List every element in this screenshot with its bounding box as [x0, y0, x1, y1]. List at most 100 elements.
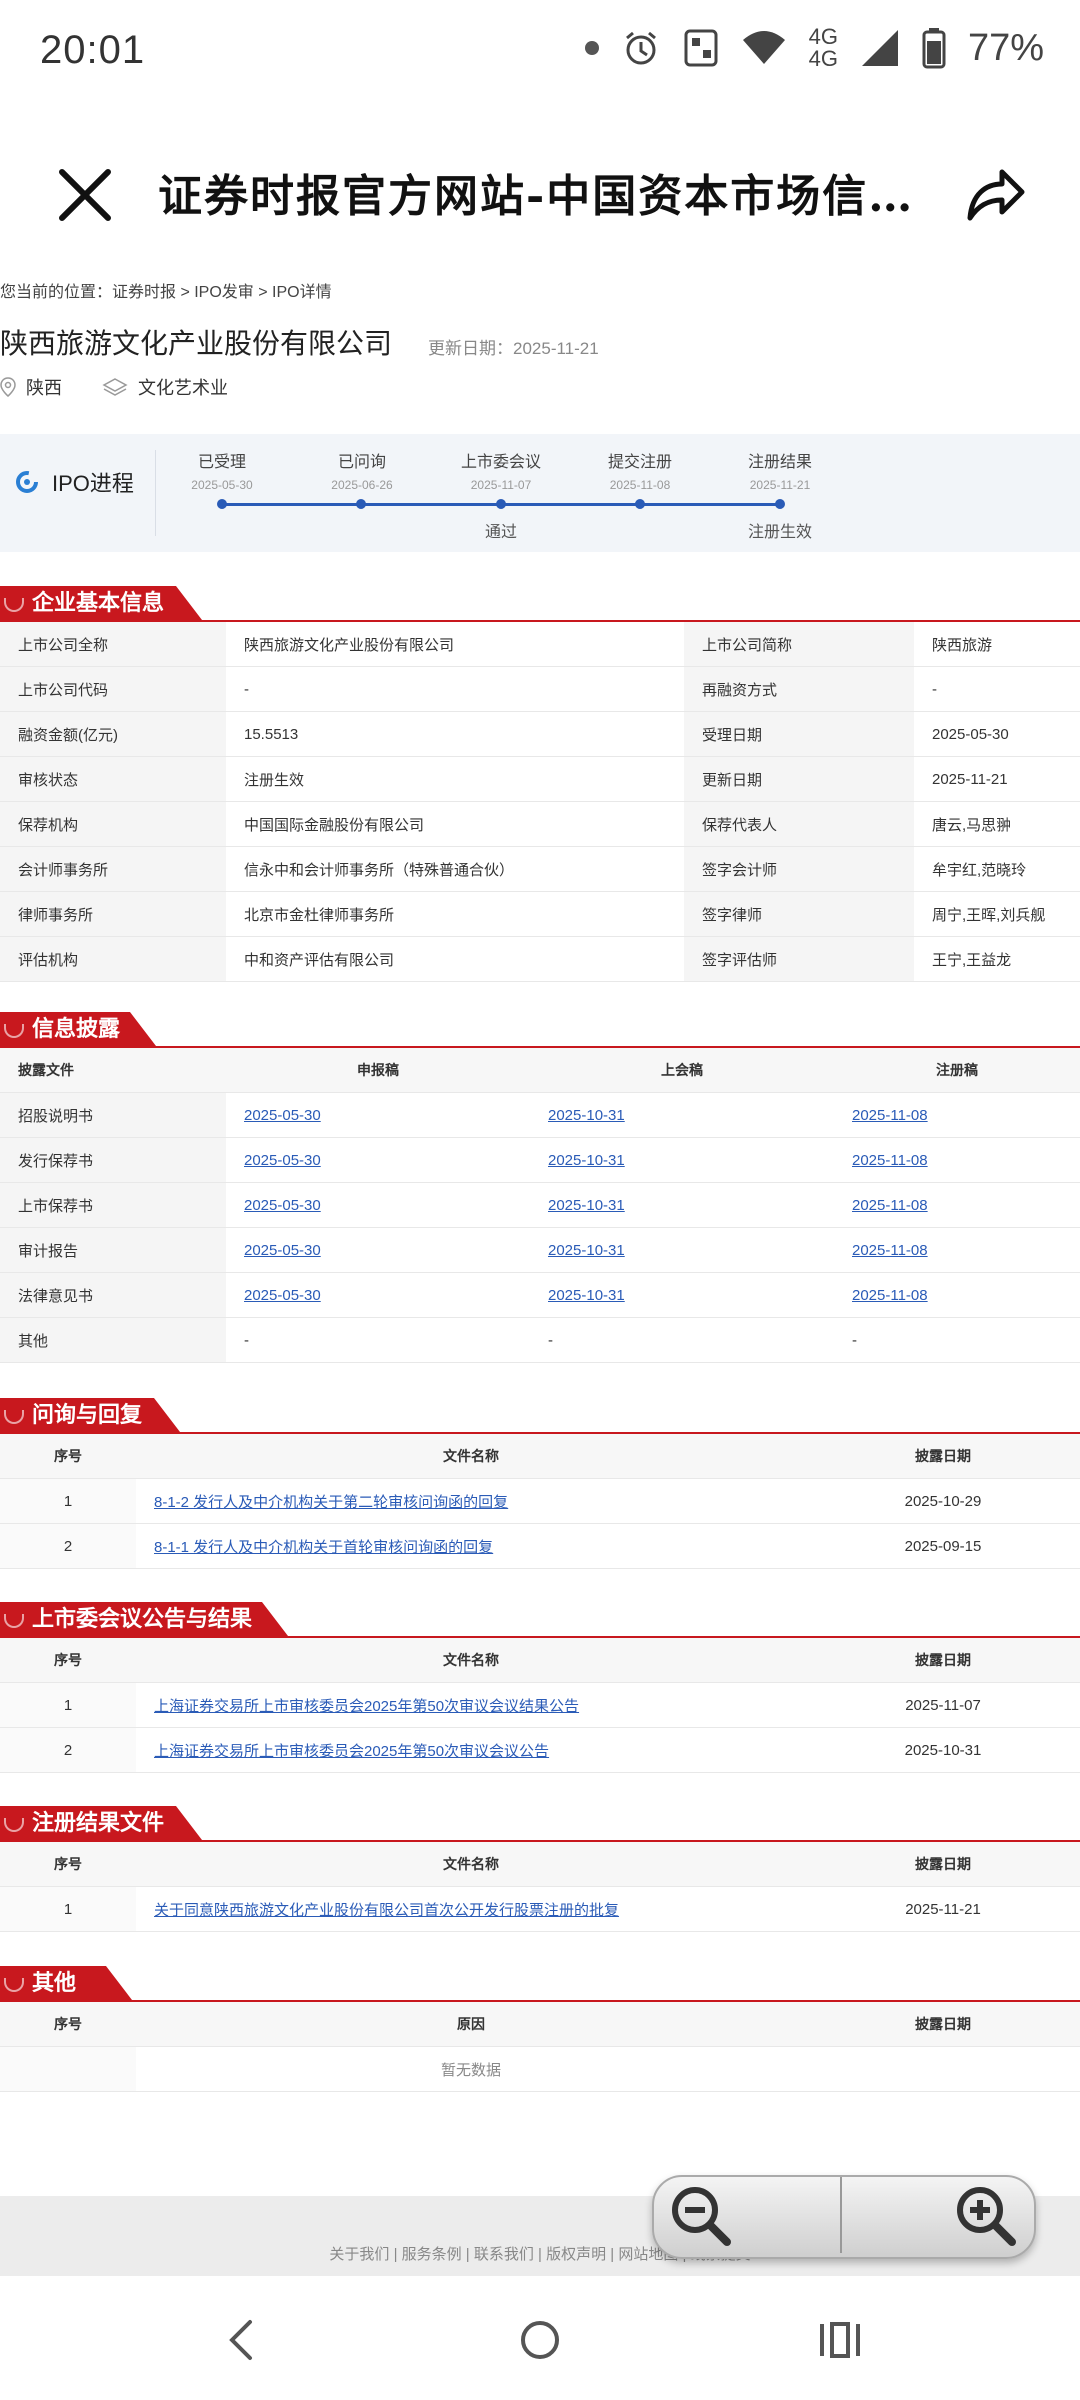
status-time: 20:01: [40, 28, 146, 72]
no-data-text: 暂无数据: [136, 2046, 806, 2092]
table-row: 1 上海证券交易所上市审核委员会2025年第50次审议会议结果公告 2025-11-…: [0, 1682, 1080, 1728]
table-header-row: 序号 文件名称 披露日期: [0, 1842, 1080, 1887]
battery-level: 77%: [967, 26, 1044, 69]
close-icon[interactable]: [50, 160, 120, 230]
table-row: 上市公司代码 - 再融资方式 -: [0, 666, 1080, 712]
notification-dot-icon: [584, 41, 599, 55]
section-registration-header: 注册结果文件: [0, 1806, 1080, 1842]
company-name: 陕西旅游文化产业股份有限公司: [0, 328, 393, 359]
table-row: 其他 - - -: [0, 1317, 1080, 1363]
doc-link[interactable]: 2025-05-30: [244, 1287, 321, 1304]
doc-link[interactable]: 2025-05-30: [244, 1242, 321, 1259]
doc-link[interactable]: 2025-05-30: [244, 1152, 321, 1169]
table-row: 评估机构 中和资产评估有限公司 签字评估师 王宁,王益龙: [0, 936, 1080, 982]
doc-link[interactable]: 2025-11-08: [852, 1107, 928, 1124]
zoom-out-icon: [672, 2187, 731, 2246]
table-row: 暂无数据: [0, 2046, 1080, 2092]
region-tag: 陕西: [0, 374, 62, 400]
doc-link[interactable]: 2025-05-30: [244, 1197, 321, 1214]
timeline-dot: [217, 499, 227, 509]
table-row: 上市公司全称 陕西旅游文化产业股份有限公司 上市公司简称 陕西旅游: [0, 622, 1080, 667]
timeline-dot: [496, 499, 506, 509]
doc-link[interactable]: 上海证券交易所上市审核委员会2025年第50次审议会议公告: [154, 1743, 549, 1760]
doc-link[interactable]: 2025-10-31: [548, 1197, 625, 1214]
zoom-in-button[interactable]: [945, 2175, 1025, 2255]
section-other-header: 其他: [0, 1966, 1080, 2002]
doc-link[interactable]: 2025-10-31: [548, 1107, 625, 1124]
doc-link[interactable]: 2025-11-08: [852, 1197, 928, 1214]
section-meeting-header: 上市委会议公告与结果: [0, 1602, 1080, 1638]
table-row: 1 关于同意陕西旅游文化产业股份有限公司首次公开发行股票注册的批复 2025-11-…: [0, 1886, 1080, 1932]
breadcrumb: 您当前的位置：证券时报 > IPO发审 > IPO详情: [0, 284, 332, 301]
stage-registration-result: 注册结果 2025-11-21: [747, 454, 812, 492]
industry-tag: 文化艺术业: [102, 374, 228, 400]
section-disclosure-header: 信息披露: [0, 1012, 1080, 1048]
refresh-cycle-icon: [16, 471, 38, 493]
location-pin-icon: [0, 377, 16, 397]
table-row: 会计师事务所 信永中和会计师事务所（特殊普通合伙） 签字会计师 牟宇红,范晓玲: [0, 846, 1080, 892]
timeline-dot: [775, 499, 785, 509]
doc-link[interactable]: 2025-10-31: [548, 1287, 625, 1304]
table-row: 2 上海证券交易所上市审核委员会2025年第50次审议会议公告 2025-10-31: [0, 1727, 1080, 1773]
doc-link[interactable]: 2025-10-31: [548, 1152, 625, 1169]
stage-inquired: 已问询 2025-06-26: [331, 454, 393, 492]
table-row: 保荐机构 中国国际金融股份有限公司 保荐代表人 唐云,马思翀: [0, 801, 1080, 847]
table-row: 审计报告 2025-05-30 2025-10-31 2025-11-08: [0, 1227, 1080, 1273]
table-row: 2 8-1-1 发行人及中介机构关于首轮审核问询函的回复 2025-09-15: [0, 1523, 1080, 1569]
home-icon[interactable]: [518, 2318, 562, 2362]
recent-apps-icon[interactable]: [818, 2320, 862, 2360]
other-table: 序号 原因 披露日期 暂无数据: [0, 2002, 1080, 2092]
signal-icon: [861, 30, 898, 66]
section-basic-info-header: 企业基本信息: [0, 586, 1080, 622]
company-tags: 陕西 文化艺术业: [0, 374, 228, 400]
layers-icon: [102, 378, 128, 396]
ipo-process-label: IPO进程: [14, 466, 134, 498]
page-title: 证券时报官方网站-中国资本市场信…: [158, 171, 915, 222]
zoom-in-icon: [957, 2187, 1016, 2246]
doc-link[interactable]: 2025-11-08: [852, 1152, 928, 1169]
alarm-icon: [625, 31, 656, 65]
table-row: 上市保荐书 2025-05-30 2025-10-31 2025-11-08: [0, 1182, 1080, 1228]
zoom-divider: [840, 2177, 842, 2253]
basic-info-table: 上市公司全称 陕西旅游文化产业股份有限公司 上市公司简称 陕西旅游 上市公司代码 - 再融…: [0, 622, 1080, 982]
stage-submit-registration: 提交注册 2025-11-08: [607, 454, 672, 492]
table-header-row: 序号 原因 披露日期: [0, 2002, 1080, 2047]
status-icons: 4G 4G 77%: [584, 24, 1044, 71]
stage-note-effective: 注册生效: [748, 524, 813, 541]
registration-table: 序号 文件名称 披露日期 1 关于同意陕西旅游文化产业股份有限公司首次公开发行股票注册…: [0, 1842, 1080, 1932]
table-row: 融资金额(亿元) 15.5513 受理日期 2025-05-30: [0, 711, 1080, 757]
back-icon[interactable]: [222, 2318, 262, 2362]
stage-committee: 上市委会议 2025-11-07: [460, 454, 541, 492]
wifi-icon: [742, 31, 785, 64]
table-row: 审核状态 注册生效 更新日期 2025-11-21: [0, 756, 1080, 802]
table-row: 招股说明书 2025-05-30 2025-10-31 2025-11-08: [0, 1092, 1080, 1138]
table-row: 发行保荐书 2025-05-30 2025-10-31 2025-11-08: [0, 1137, 1080, 1183]
doc-link[interactable]: 上海证券交易所上市审核委员会2025年第50次审议会议结果公告: [154, 1698, 579, 1715]
table-header-row: 序号 文件名称 披露日期: [0, 1434, 1080, 1479]
table-header-row: 序号 文件名称 披露日期: [0, 1638, 1080, 1683]
timeline-dot: [356, 499, 366, 509]
inquiry-table: 序号 文件名称 披露日期 1 8-1-2 发行人及中介机构关于第二轮审核问询函的回复 2…: [0, 1434, 1080, 1569]
update-date: 更新日期：2025-11-21: [428, 339, 599, 358]
battery-icon: [922, 28, 946, 69]
doc-link[interactable]: 8-1-2 发行人及中介机构关于第二轮审核问询函的回复: [154, 1494, 508, 1511]
table-row: 法律意见书 2025-05-30 2025-10-31 2025-11-08: [0, 1272, 1080, 1318]
doc-link[interactable]: 2025-05-30: [244, 1107, 321, 1124]
disclosure-table: 披露文件 申报稿 上会稿 注册稿 招股说明书 2025-05-30 2025-10-31 2…: [0, 1048, 1080, 1363]
zoom-out-button[interactable]: [660, 2175, 740, 2255]
table-row: 1 8-1-2 发行人及中介机构关于第二轮审核问询函的回复 2025-10-29: [0, 1478, 1080, 1524]
doc-link[interactable]: 2025-11-08: [852, 1242, 928, 1259]
doc-link[interactable]: 关于同意陕西旅游文化产业股份有限公司首次公开发行股票注册的批复: [154, 1902, 619, 1919]
share-icon[interactable]: [960, 160, 1030, 230]
network-type: 4G 4G: [808, 24, 838, 71]
stage-accepted: 已受理 2025-05-30: [191, 454, 253, 492]
meeting-table: 序号 文件名称 披露日期 1 上海证券交易所上市审核委员会2025年第50次审议会议结…: [0, 1638, 1080, 1773]
doc-link[interactable]: 2025-10-31: [548, 1242, 625, 1259]
section-inquiry-header: 问询与回复: [0, 1398, 1080, 1434]
table-header-row: 披露文件 申报稿 上会稿 注册稿: [0, 1048, 1080, 1093]
doc-link[interactable]: 2025-11-08: [852, 1287, 928, 1304]
timeline-dot: [635, 499, 645, 509]
stage-note-pass: 通过: [485, 524, 518, 541]
sim-card-icon: [684, 29, 718, 67]
doc-link[interactable]: 8-1-1 发行人及中介机构关于首轮审核问询函的回复: [154, 1539, 493, 1556]
